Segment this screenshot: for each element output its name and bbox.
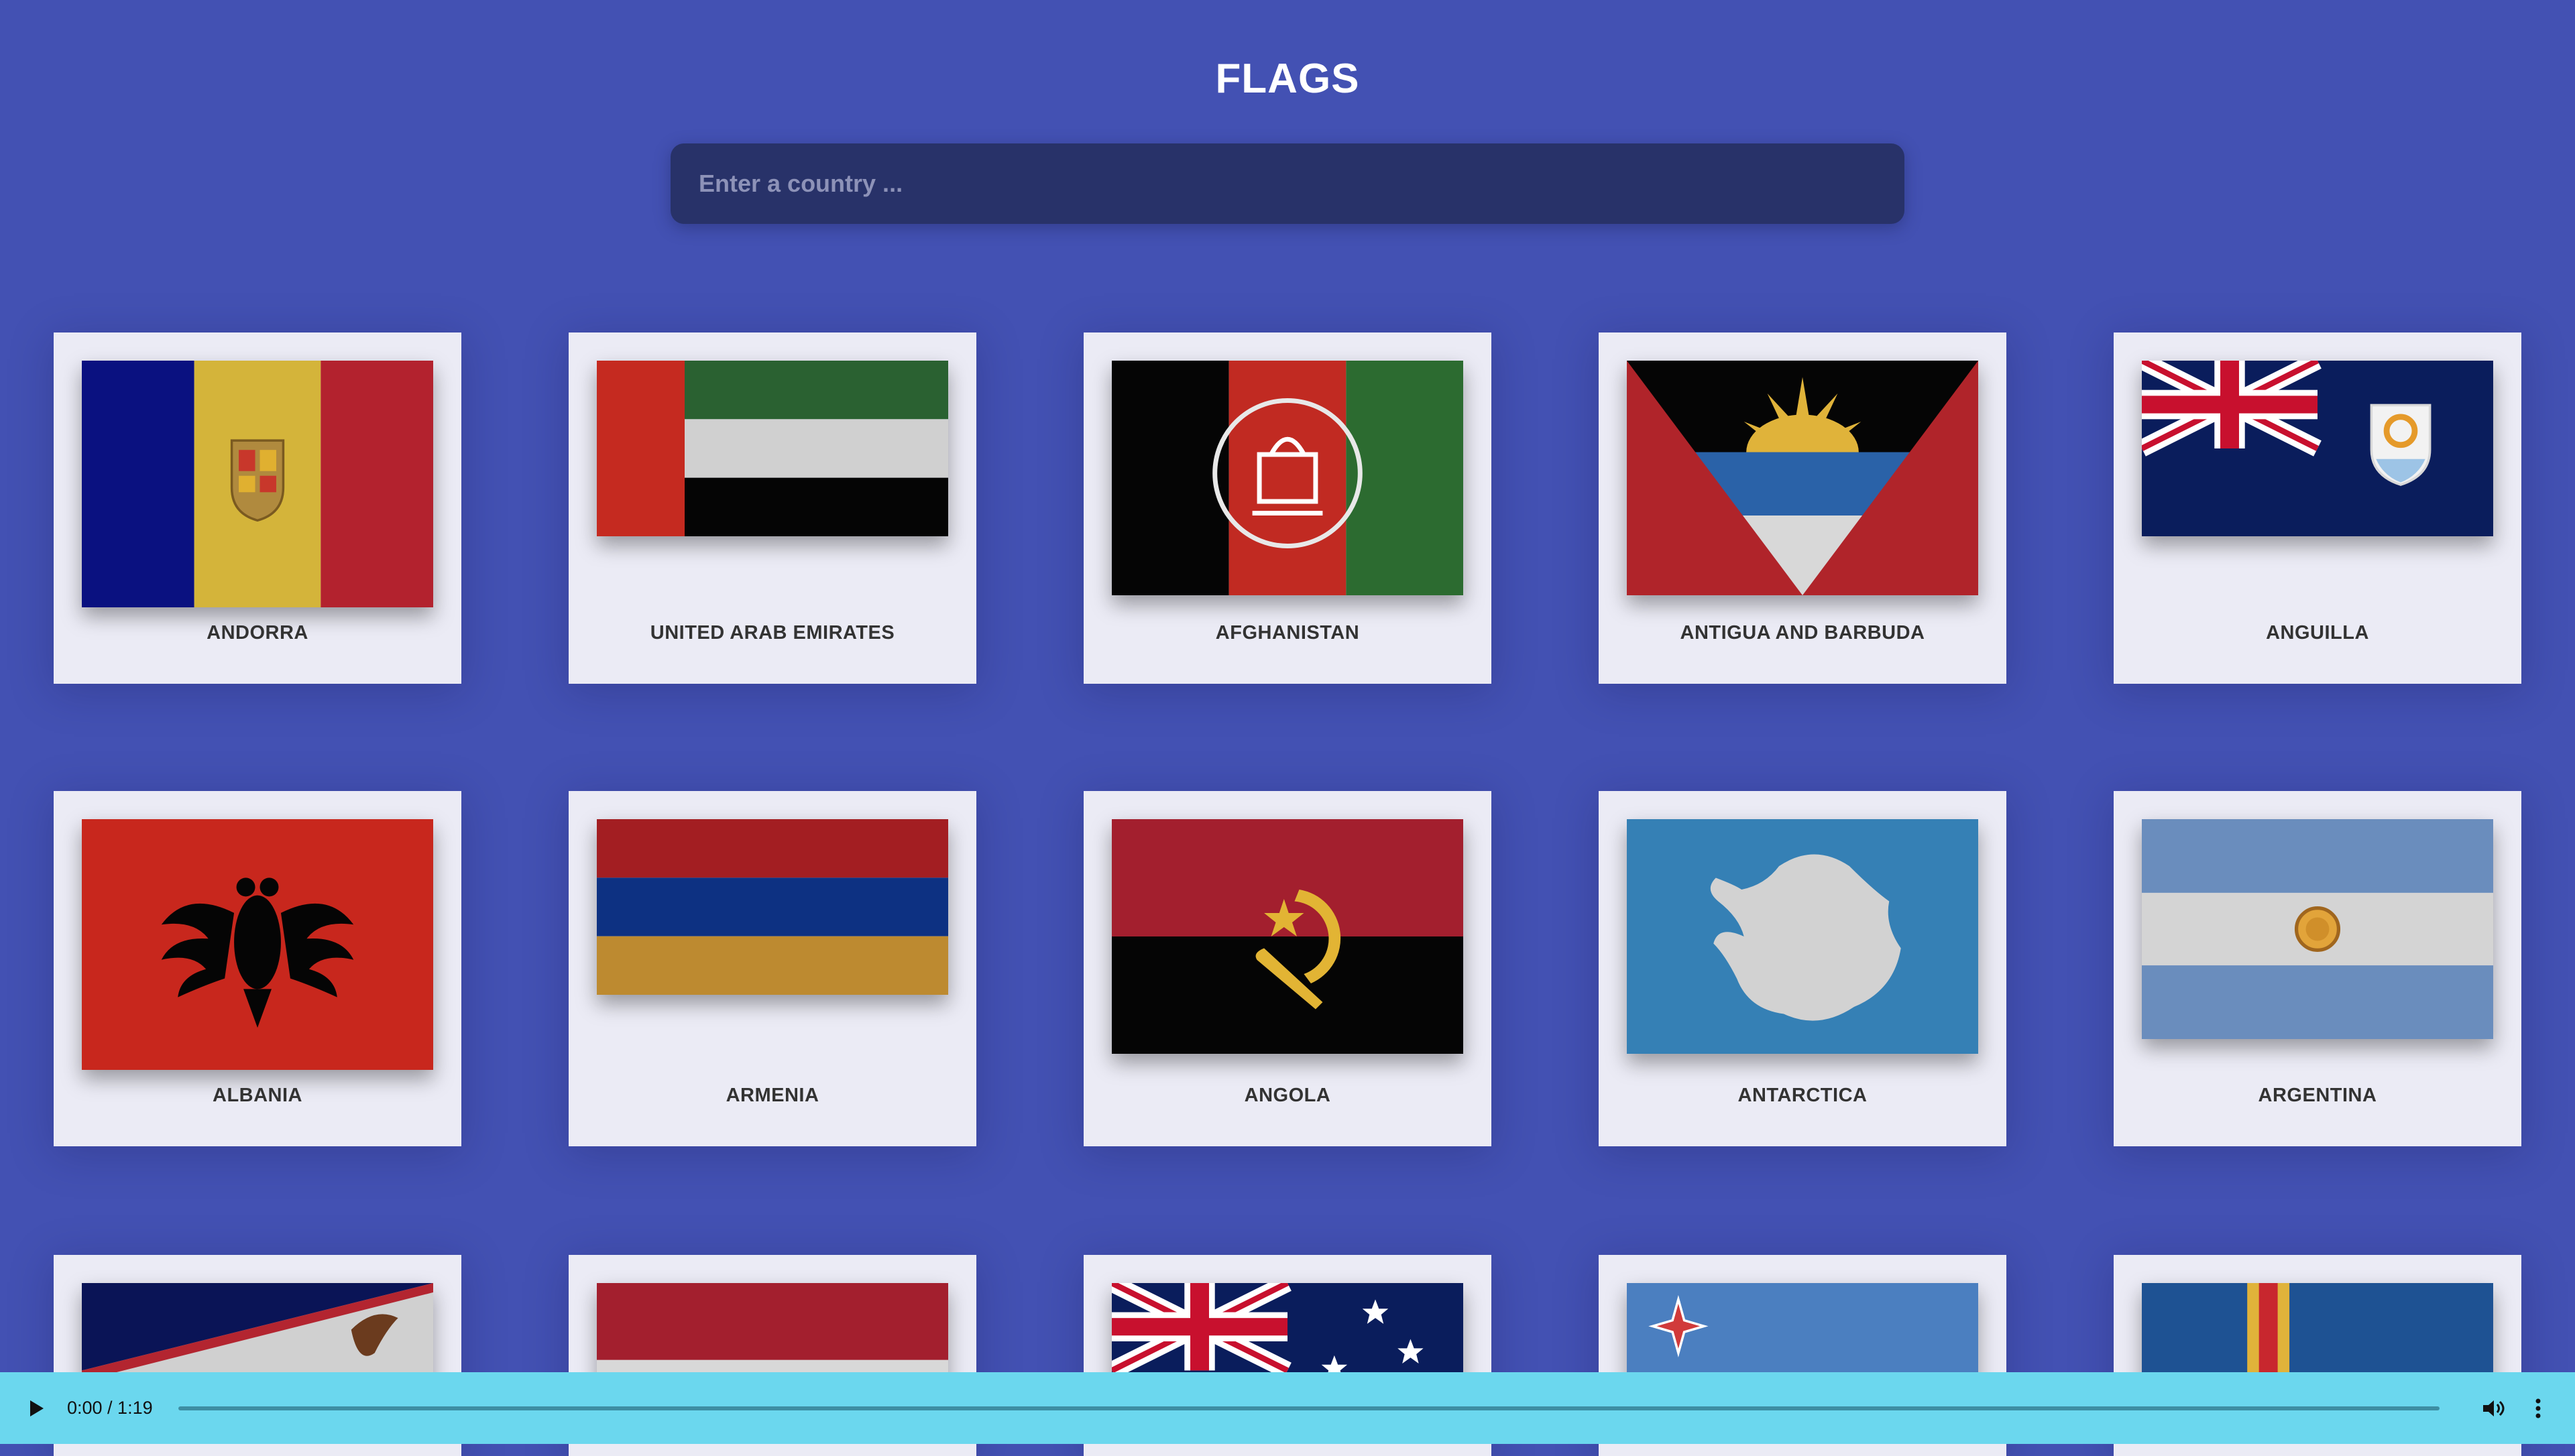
country-card-argentina[interactable]: ARGENTINA — [2114, 791, 2521, 1146]
andorra-flag — [82, 361, 433, 607]
country-name: UNITED ARAB EMIRATES — [650, 622, 895, 644]
armenia-flag — [597, 819, 948, 995]
country-card-albania[interactable]: ALBANIA — [54, 791, 461, 1146]
antigua-and-barbuda-flag — [1627, 361, 1978, 595]
country-card-antigua-and-barbuda[interactable]: ANTIGUA AND BARBUDA — [1599, 332, 2006, 684]
albania-flag — [82, 819, 433, 1070]
afghanistan-flag — [1112, 361, 1463, 595]
country-name: ANTARCTICA — [1737, 1085, 1868, 1106]
video-player-bar: 0:00 / 1:19 — [0, 1372, 2575, 1444]
country-name: ALBANIA — [213, 1085, 302, 1106]
play-button[interactable] — [20, 1392, 54, 1425]
page-title: FLAGS — [1215, 56, 1360, 102]
search-input[interactable] — [697, 169, 1878, 198]
country-name: ARMENIA — [726, 1085, 819, 1106]
uae-flag — [597, 361, 948, 536]
country-card-antarctica[interactable]: ANTARCTICA — [1599, 791, 2006, 1146]
country-card-anguilla[interactable]: ANGUILLA — [2114, 332, 2521, 684]
country-card-armenia[interactable]: ARMENIA — [569, 791, 976, 1146]
time-display: 0:00 / 1:19 — [67, 1398, 153, 1418]
country-card-united-arab-emirates[interactable]: UNITED ARAB EMIRATES — [569, 332, 976, 684]
country-card-angola[interactable]: ANGOLA — [1084, 791, 1491, 1146]
more-options-button[interactable] — [2521, 1392, 2555, 1425]
search-bar[interactable] — [671, 143, 1904, 224]
anguilla-flag — [2142, 361, 2493, 536]
progress-track[interactable] — [178, 1406, 2440, 1410]
country-name: ANGUILLA — [2266, 622, 2369, 644]
angola-flag — [1112, 819, 1463, 1054]
volume-button[interactable] — [2477, 1392, 2511, 1425]
country-name: AFGHANISTAN — [1215, 622, 1360, 644]
country-name: ANDORRA — [207, 622, 308, 644]
argentina-flag — [2142, 819, 2493, 1039]
play-icon — [30, 1400, 44, 1416]
more-vertical-icon — [2535, 1398, 2541, 1418]
country-card-andorra[interactable]: ANDORRA — [54, 332, 461, 684]
antarctica-flag — [1627, 819, 1978, 1054]
country-name: ANGOLA — [1244, 1085, 1331, 1106]
country-name: ANTIGUA AND BARBUDA — [1680, 622, 1925, 644]
country-card-afghanistan[interactable]: AFGHANISTAN — [1084, 332, 1491, 684]
country-name: ARGENTINA — [2258, 1085, 2377, 1106]
volume-icon — [2483, 1400, 2505, 1416]
